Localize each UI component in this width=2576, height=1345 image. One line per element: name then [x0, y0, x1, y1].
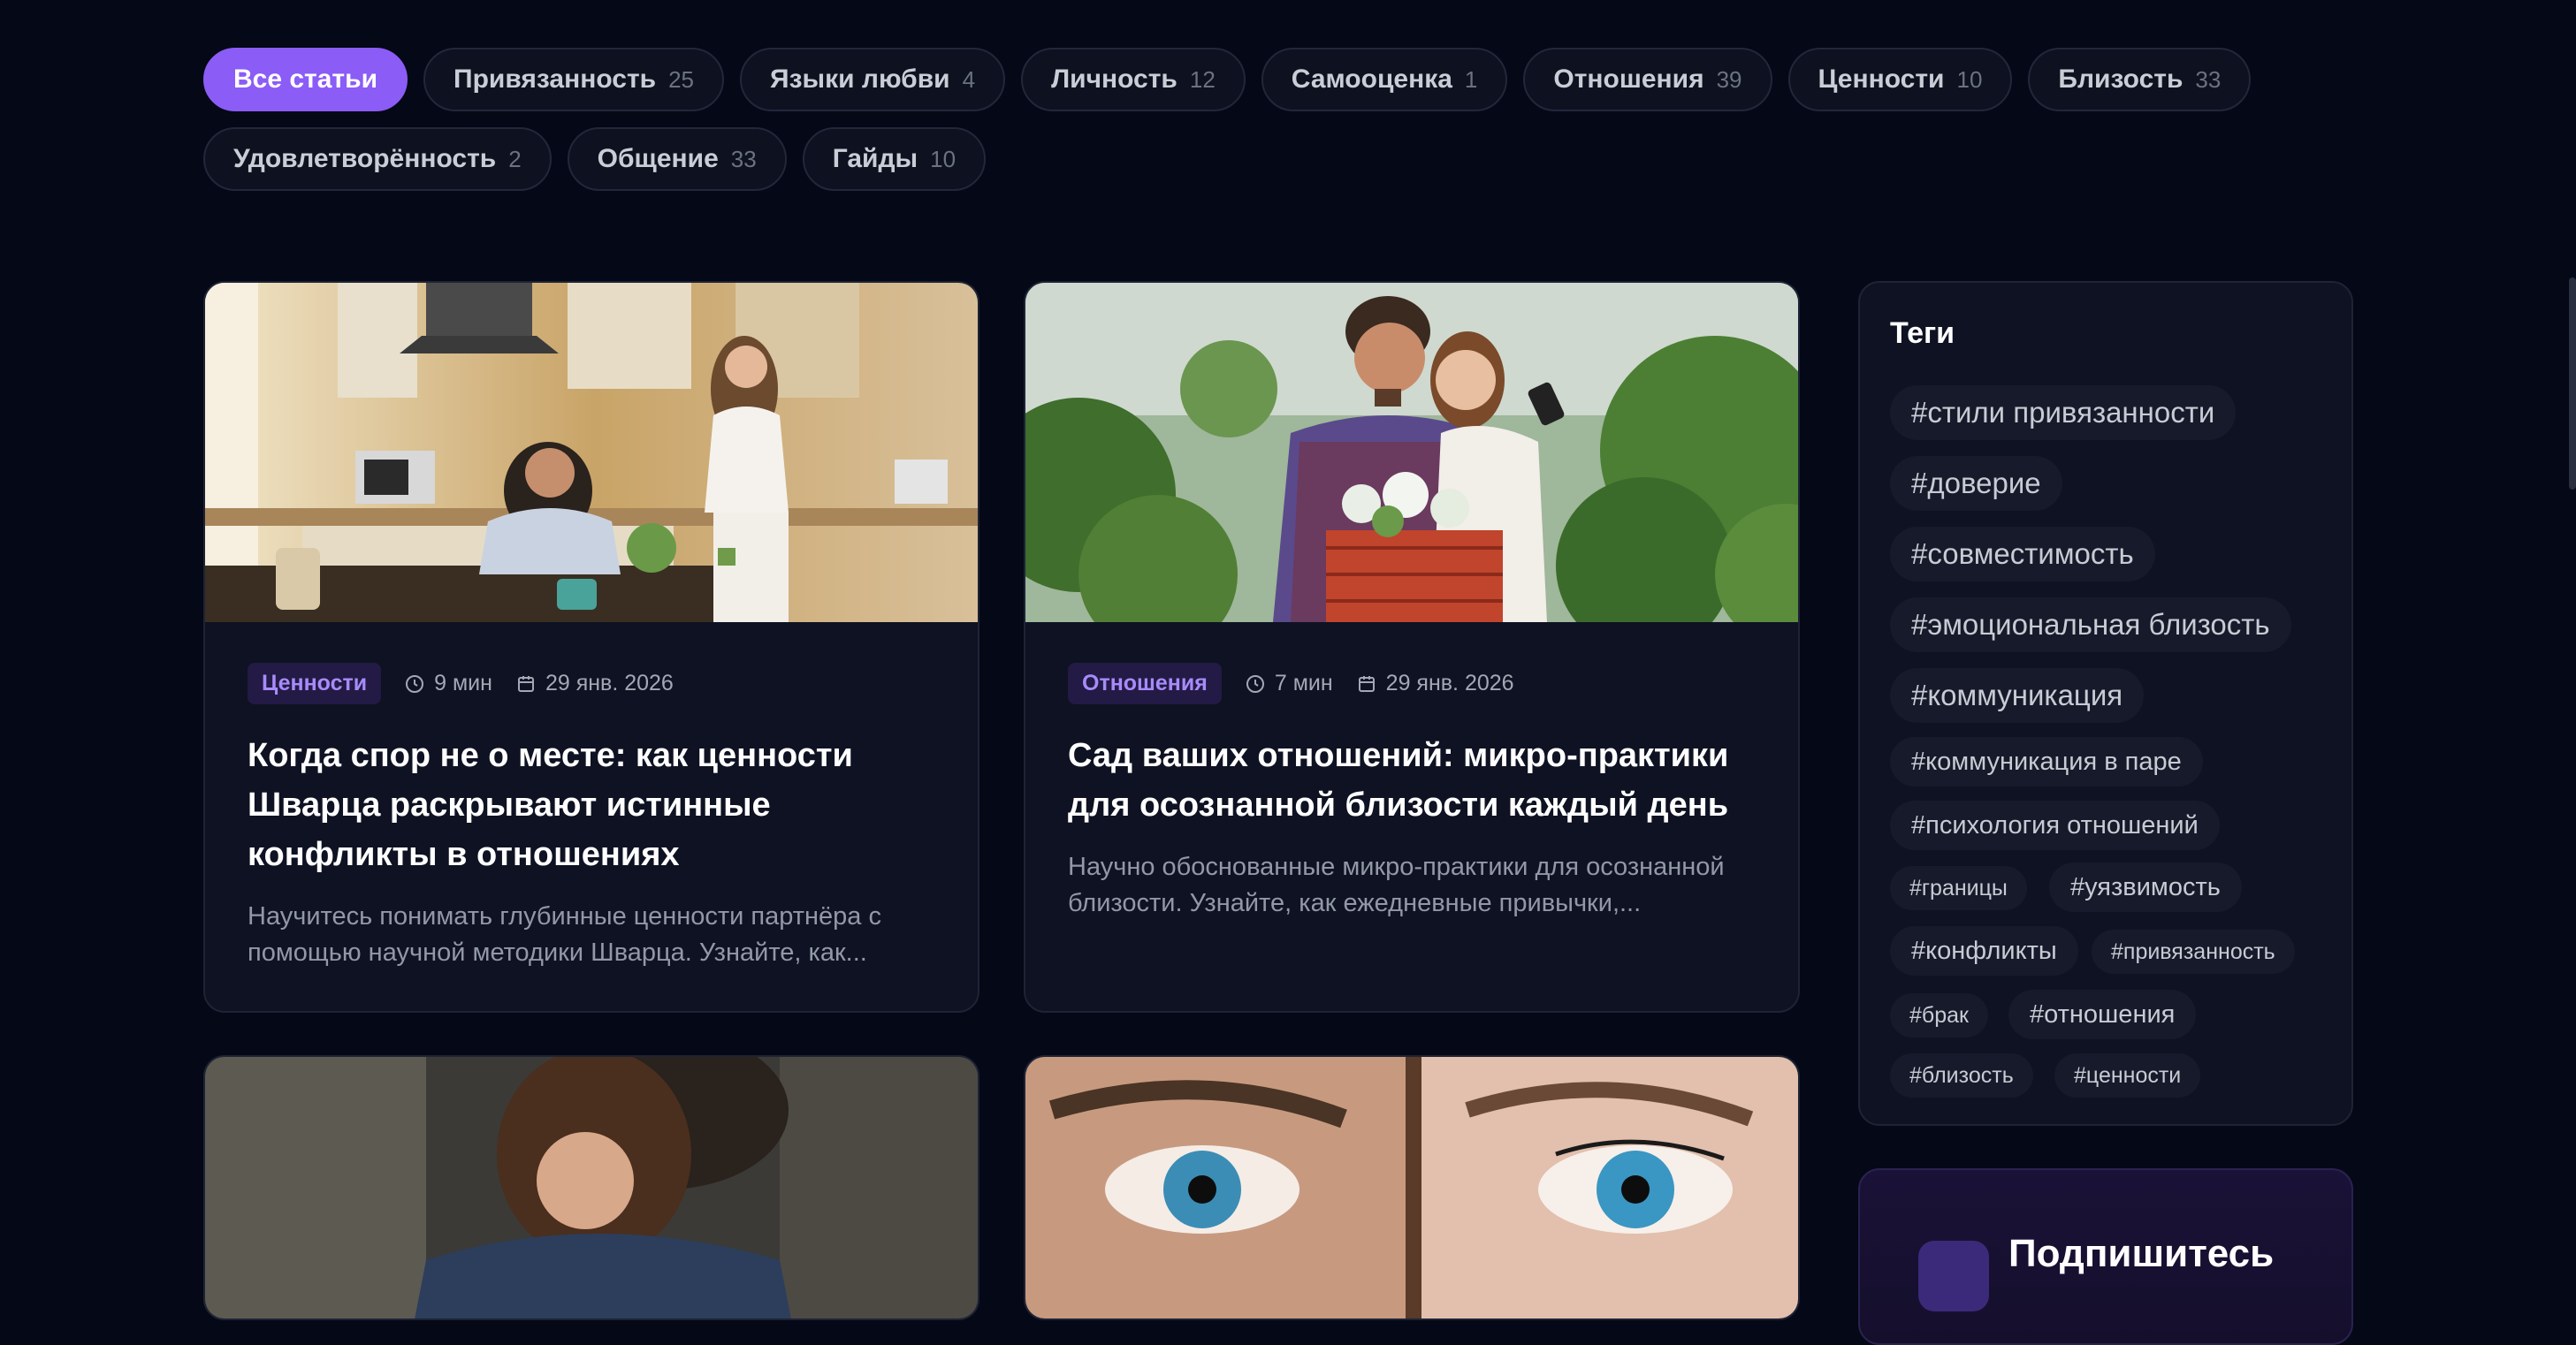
article-image-kitchen [205, 283, 978, 622]
read-time: 7 мин [1245, 671, 1333, 696]
article-excerpt: Научитесь понимать глубинные ценности па… [248, 902, 881, 967]
category-badge[interactable]: Отношения [1068, 663, 1222, 704]
tag-conflicts[interactable]: #конфликты [1890, 926, 2078, 976]
filter-chip-count: 1 [1464, 65, 1478, 93]
filter-chip-label: Общение [597, 144, 719, 173]
article-card[interactable]: Отношения 7 мин 29 янв. 2026 Сад ваших о… [1024, 281, 1800, 1013]
filter-chip-label: Языки любви [770, 65, 950, 94]
publish-date-value: 29 янв. 2026 [545, 671, 674, 695]
filter-chip-label: Личность [1051, 65, 1177, 94]
filter-chip-label: Ценности [1818, 65, 1945, 94]
article-card[interactable] [203, 1055, 979, 1320]
category-badge[interactable]: Ценности [248, 663, 382, 704]
filter-chip-count: 12 [1189, 65, 1216, 93]
tag-boundaries[interactable]: #границы [1890, 866, 2027, 910]
tag-vulnerability[interactable]: #уязвимость [2049, 862, 2242, 912]
article-meta: Отношения 7 мин 29 янв. 2026 [1068, 663, 1756, 704]
filter-chip-love-languages[interactable]: Языки любви 4 [740, 48, 1006, 111]
filter-row-1: Все статьи Привязанность 25 Языки любви … [203, 48, 2252, 111]
tag-attachment[interactable]: #привязанность [2092, 930, 2295, 974]
garden-photo-illustration [1025, 283, 1798, 622]
article-title[interactable]: Сад ваших отношений: микро-практики для … [1068, 731, 1756, 830]
filter-chip-count: 39 [1716, 65, 1742, 93]
filter-chip-label: Близость [2058, 65, 2184, 94]
tags-panel: Теги #стили привязанности #доверие #совм… [1858, 281, 2353, 1126]
article-card[interactable]: Ценности 9 мин 29 янв. 2026 Когда спор н… [203, 281, 979, 1013]
filter-chip-guides[interactable]: Гайды 10 [802, 127, 987, 191]
filter-chip-values[interactable]: Ценности 10 [1787, 48, 2013, 111]
filter-row-2: Удовлетворённость 2 Общение 33 Гайды 10 [203, 127, 2148, 191]
filter-chip-label: Гайды [832, 144, 918, 173]
filter-chip-count: 4 [962, 65, 976, 93]
filter-chip-label: Отношения [1553, 65, 1704, 94]
filter-chip-count: 2 [508, 145, 522, 172]
subscribe-title: Подпишитесь [2008, 1232, 2275, 1275]
tag-couple-communication[interactable]: #коммуникация в паре [1890, 737, 2203, 786]
eyes-photo-illustration [1025, 1057, 1798, 1318]
category-filters: Все статьи Привязанность 25 Языки любви … [203, 48, 2252, 207]
filter-chip-count: 10 [1956, 65, 1983, 93]
article-image-garden [1025, 283, 1798, 622]
article-title[interactable]: Когда спор не о месте: как ценности Швар… [248, 731, 935, 879]
filter-chip-personality[interactable]: Личность 12 [1021, 48, 1246, 111]
tag-communication[interactable]: #коммуникация [1890, 668, 2145, 723]
filter-chip-intimacy[interactable]: Близость 33 [2028, 48, 2252, 111]
article-excerpt: Научно обоснованные микро-практики для о… [1068, 853, 1725, 917]
filter-chip-label: Самооценка [1291, 65, 1452, 94]
read-time: 9 мин [404, 671, 492, 696]
filter-chip-label: Все статьи [233, 65, 378, 94]
filter-chip-count: 10 [930, 145, 956, 172]
tag-emotional-intimacy[interactable]: #эмоциональная близость [1890, 597, 2291, 652]
tag-relationship-psychology[interactable]: #психология отношений [1890, 801, 2220, 850]
tag-marriage[interactable]: #брак [1890, 993, 1988, 1037]
filter-chip-communication[interactable]: Общение 33 [567, 127, 787, 191]
article-image-eyes [1025, 1057, 1798, 1318]
tag-attachment-styles[interactable]: #стили привязанности [1890, 385, 2237, 440]
tag-intimacy[interactable]: #близость [1890, 1053, 2033, 1098]
subscribe-panel: Подпишитесь [1858, 1168, 2353, 1345]
article-body: Ценности 9 мин 29 янв. 2026 Когда спор н… [205, 622, 978, 971]
filter-chip-count: 33 [730, 145, 757, 172]
article-body: Отношения 7 мин 29 янв. 2026 Сад ваших о… [1025, 622, 1798, 922]
page-scrollbar[interactable] [2569, 277, 2576, 490]
filter-chip-count: 25 [668, 65, 695, 93]
read-time-value: 7 мин [1274, 671, 1333, 695]
publish-date-value: 29 янв. 2026 [1385, 671, 1514, 695]
calendar-icon [1358, 675, 1375, 692]
filter-chip-label: Привязанность [453, 65, 657, 94]
read-time-value: 9 мин [434, 671, 492, 695]
kitchen-photo-illustration [205, 283, 978, 622]
publish-date: 29 янв. 2026 [515, 671, 674, 696]
article-image-hug [205, 1057, 978, 1318]
calendar-icon [517, 675, 534, 692]
hug-photo-illustration [205, 1057, 978, 1318]
filter-chip-relationships[interactable]: Отношения 39 [1523, 48, 1772, 111]
filter-chip-count: 33 [2195, 65, 2222, 93]
filter-chip-self-esteem[interactable]: Самооценка 1 [1261, 48, 1508, 111]
tags-title: Теги [1890, 316, 1955, 350]
tag-values[interactable]: #ценности [2054, 1053, 2201, 1098]
filter-chip-attachment[interactable]: Привязанность 25 [423, 48, 725, 111]
filter-chip-all[interactable]: Все статьи [203, 48, 408, 111]
clock-icon [406, 674, 424, 693]
tag-relationships[interactable]: #отношения [2008, 990, 2197, 1039]
mail-icon [1918, 1241, 1989, 1311]
tag-trust[interactable]: #доверие [1890, 456, 2062, 511]
article-card[interactable] [1024, 1055, 1800, 1320]
clock-icon [1246, 674, 1264, 693]
filter-chip-satisfaction[interactable]: Удовлетворённость 2 [203, 127, 552, 191]
tag-compatibility[interactable]: #совместимость [1890, 527, 2155, 581]
publish-date: 29 янв. 2026 [1356, 671, 1514, 696]
filter-chip-label: Удовлетворённость [233, 144, 497, 173]
article-meta: Ценности 9 мин 29 янв. 2026 [248, 663, 935, 704]
